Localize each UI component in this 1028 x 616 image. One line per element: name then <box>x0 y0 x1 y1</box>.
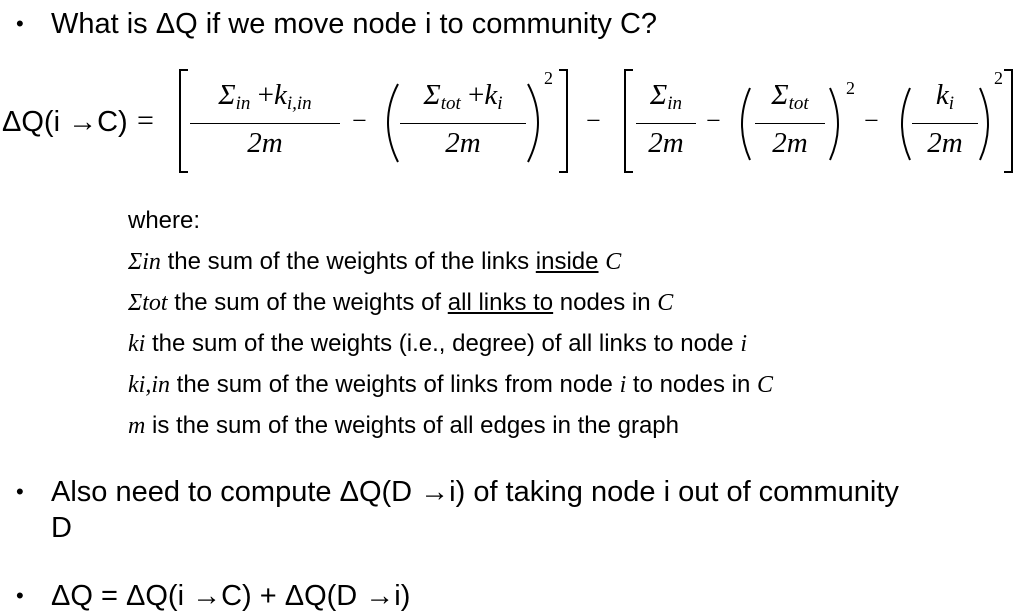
definition-m: m is the sum of the weights of all edges… <box>128 412 679 439</box>
bullet-marker: • <box>16 583 24 608</box>
total-delta-q-text: ΔQ = ΔQ(i →C) + ΔQ(D →i) <box>51 580 411 612</box>
definition-sigma-tot: Σtot the sum of the weights of all links… <box>128 289 674 316</box>
definition-k-i: ki the sum of the weights (i.e., degree)… <box>128 330 747 357</box>
question-text: What is ΔQ if we move node i to communit… <box>51 8 658 40</box>
definitions-block: where: Σin the sum of the weights of the… <box>128 206 773 452</box>
minus-sign: − <box>586 106 601 135</box>
bullet-marker: • <box>16 11 24 36</box>
fraction-sigma-tot: Σtot 2m <box>755 78 825 160</box>
minus-sign: − <box>864 106 879 135</box>
fraction-k-i: ki 2m <box>912 78 978 160</box>
minus-sign: − <box>352 106 367 135</box>
square-exponent: 2 <box>994 68 1003 88</box>
where-label: where: <box>128 207 201 234</box>
delta-q-formula: ΔQ(i →C) = Σin +ki,in 2m − Σtot +ki 2m 2… <box>0 62 1028 182</box>
bullet-marker: • <box>16 479 24 504</box>
fraction-sigma-tot-plus-k-i: Σtot +ki 2m <box>400 78 526 160</box>
definition-k-i-in: ki,in the sum of the weights of links fr… <box>128 371 774 398</box>
also-compute-line1: Also need to compute ΔQ(D →i) of taking … <box>51 476 899 508</box>
square-exponent: 2 <box>846 78 855 98</box>
also-compute-line2: D <box>51 512 72 544</box>
fraction-sigma-in-plus-k-i-in: Σin +ki,in 2m <box>190 78 340 160</box>
minus-sign: − <box>706 106 721 135</box>
definition-sigma-in: Σin the sum of the weights of the links … <box>128 248 622 275</box>
fraction-sigma-in: Σin 2m <box>636 78 696 160</box>
square-exponent: 2 <box>544 68 553 88</box>
